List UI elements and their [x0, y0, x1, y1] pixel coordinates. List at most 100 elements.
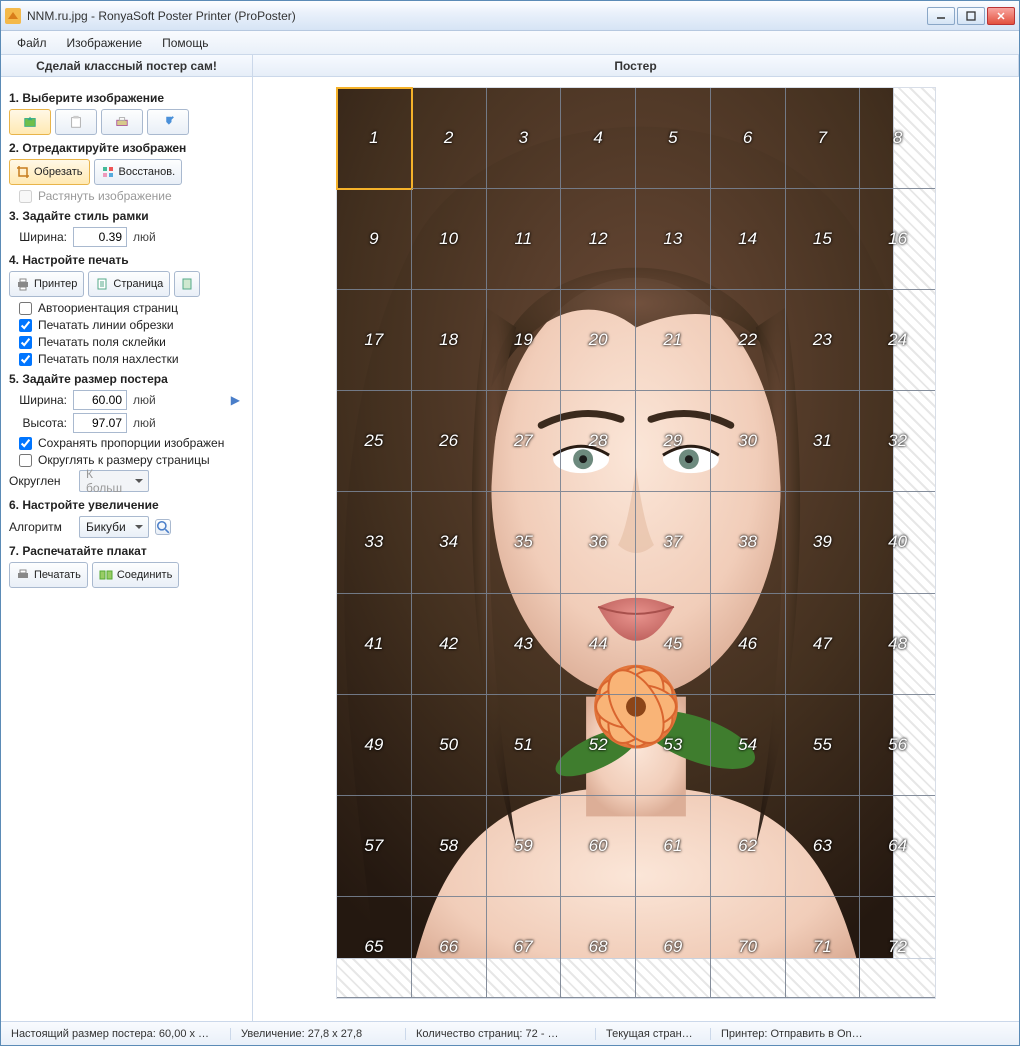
poster-cell[interactable]: 8: [860, 88, 935, 189]
poster-cell[interactable]: 16: [860, 189, 935, 290]
poster-cell[interactable]: 49: [337, 695, 412, 796]
round-page-checkbox[interactable]: [19, 454, 32, 467]
print-overlap-row[interactable]: Печатать поля нахлестки: [19, 352, 244, 366]
poster-cell[interactable]: 69: [636, 897, 711, 998]
print-glue-checkbox[interactable]: [19, 336, 32, 349]
poster-cell[interactable]: 51: [487, 695, 562, 796]
poster-cell[interactable]: 52: [561, 695, 636, 796]
close-button[interactable]: [987, 7, 1015, 25]
poster-cell[interactable]: 37: [636, 492, 711, 593]
poster-cell[interactable]: 28: [561, 391, 636, 492]
keep-ratio-checkbox[interactable]: [19, 437, 32, 450]
poster-cell[interactable]: 41: [337, 594, 412, 695]
poster-cell[interactable]: 63: [786, 796, 861, 897]
poster-cell[interactable]: 18: [412, 290, 487, 391]
stretch-checkbox[interactable]: [19, 190, 32, 203]
poster-cell[interactable]: 36: [561, 492, 636, 593]
poster-cell[interactable]: 14: [711, 189, 786, 290]
page-settings-icon-button[interactable]: [174, 271, 200, 297]
poster-cell[interactable]: 54: [711, 695, 786, 796]
poster-cell[interactable]: 27: [487, 391, 562, 492]
poster-cell[interactable]: 24: [860, 290, 935, 391]
menu-image[interactable]: Изображение: [57, 34, 153, 52]
auto-orient-row[interactable]: Автоориентация страниц: [19, 301, 244, 315]
poster-cell[interactable]: 20: [561, 290, 636, 391]
poster-canvas[interactable]: 1234567891011121314151617181920212223242…: [336, 87, 936, 999]
poster-cell[interactable]: 33: [337, 492, 412, 593]
poster-cell[interactable]: 10: [412, 189, 487, 290]
maximize-button[interactable]: [957, 7, 985, 25]
poster-cell[interactable]: 26: [412, 391, 487, 492]
poster-cell[interactable]: 71: [786, 897, 861, 998]
size-expand-icon[interactable]: ▶: [231, 393, 240, 407]
poster-cell[interactable]: 70: [711, 897, 786, 998]
poster-cell[interactable]: 30: [711, 391, 786, 492]
auto-orient-checkbox[interactable]: [19, 302, 32, 315]
poster-cell[interactable]: 39: [786, 492, 861, 593]
poster-cell[interactable]: 4: [561, 88, 636, 189]
poster-cell[interactable]: 19: [487, 290, 562, 391]
poster-cell[interactable]: 15: [786, 189, 861, 290]
poster-cell[interactable]: 67: [487, 897, 562, 998]
scan-button[interactable]: [101, 109, 143, 135]
poster-cell[interactable]: 60: [561, 796, 636, 897]
poster-cell[interactable]: 50: [412, 695, 487, 796]
poster-cell[interactable]: 34: [412, 492, 487, 593]
poster-cell[interactable]: 40: [860, 492, 935, 593]
poster-cell[interactable]: 58: [412, 796, 487, 897]
poster-cell[interactable]: 7: [786, 88, 861, 189]
poster-height-input[interactable]: [73, 413, 127, 433]
poster-cell[interactable]: 3: [487, 88, 562, 189]
page-button[interactable]: Страница: [88, 271, 170, 297]
keep-ratio-row[interactable]: Сохранять пропорции изображен: [19, 436, 244, 450]
poster-width-input[interactable]: [73, 390, 127, 410]
crop-button[interactable]: Обрезать: [9, 159, 90, 185]
poster-cell[interactable]: 61: [636, 796, 711, 897]
poster-cell[interactable]: 2: [412, 88, 487, 189]
poster-cell[interactable]: 44: [561, 594, 636, 695]
paste-button[interactable]: [55, 109, 97, 135]
poster-cell[interactable]: 13: [636, 189, 711, 290]
poster-grid[interactable]: 1234567891011121314151617181920212223242…: [337, 88, 935, 998]
poster-cell[interactable]: 64: [860, 796, 935, 897]
poster-cell[interactable]: 46: [711, 594, 786, 695]
poster-cell[interactable]: 68: [561, 897, 636, 998]
minimize-button[interactable]: [927, 7, 955, 25]
open-image-button[interactable]: [9, 109, 51, 135]
poster-cell[interactable]: 31: [786, 391, 861, 492]
algorithm-combo[interactable]: Бикуби: [79, 516, 149, 538]
print-cut-row[interactable]: Печатать линии обрезки: [19, 318, 244, 332]
menu-file[interactable]: Файл: [7, 34, 57, 52]
poster-cell[interactable]: 9: [337, 189, 412, 290]
poster-cell[interactable]: 22: [711, 290, 786, 391]
poster-cell[interactable]: 23: [786, 290, 861, 391]
join-button[interactable]: Соединить: [92, 562, 180, 588]
poster-cell[interactable]: 72: [860, 897, 935, 998]
poster-cell[interactable]: 65: [337, 897, 412, 998]
poster-cell[interactable]: 17: [337, 290, 412, 391]
print-overlap-checkbox[interactable]: [19, 353, 32, 366]
poster-cell[interactable]: 53: [636, 695, 711, 796]
poster-cell[interactable]: 55: [786, 695, 861, 796]
print-button[interactable]: Печатать: [9, 562, 88, 588]
poster-cell[interactable]: 56: [860, 695, 935, 796]
poster-cell[interactable]: 45: [636, 594, 711, 695]
round-page-row[interactable]: Округлять к размеру страницы: [19, 453, 244, 467]
restore-button[interactable]: Восстанов.: [94, 159, 183, 185]
poster-cell[interactable]: 42: [412, 594, 487, 695]
border-width-input[interactable]: [73, 227, 127, 247]
printer-button[interactable]: Принтер: [9, 271, 84, 297]
poster-cell[interactable]: 11: [487, 189, 562, 290]
stretch-checkbox-row[interactable]: Растянуть изображение: [19, 189, 244, 203]
poster-cell[interactable]: 25: [337, 391, 412, 492]
poster-cell[interactable]: 29: [636, 391, 711, 492]
poster-cell[interactable]: 57: [337, 796, 412, 897]
poster-cell[interactable]: 66: [412, 897, 487, 998]
poster-cell[interactable]: 47: [786, 594, 861, 695]
poster-cell[interactable]: 1: [337, 88, 412, 189]
print-glue-row[interactable]: Печатать поля склейки: [19, 335, 244, 349]
preview-icon-button[interactable]: [155, 519, 171, 535]
menu-help[interactable]: Помощь: [152, 34, 218, 52]
poster-cell[interactable]: 59: [487, 796, 562, 897]
poster-cell[interactable]: 38: [711, 492, 786, 593]
